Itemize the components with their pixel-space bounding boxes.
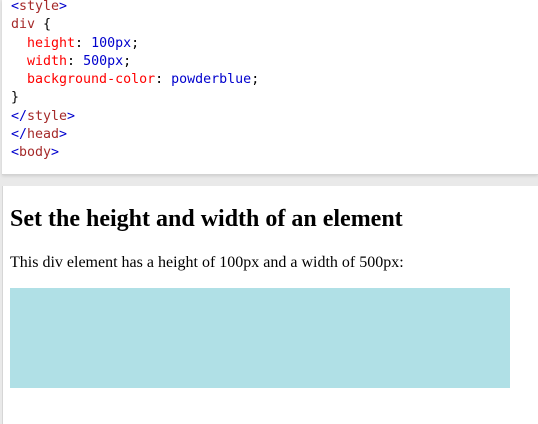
code-token: head [27, 127, 60, 143]
result-heading: Set the height and width of an element [10, 206, 403, 232]
code-token: div [11, 17, 36, 33]
code-token: > [59, 0, 68, 14]
code-token: background-color [11, 72, 156, 88]
code-token: body [19, 145, 52, 161]
code-line: } [11, 89, 259, 107]
code-line: </style> [11, 108, 259, 126]
code-line: width: 500px; [11, 53, 259, 71]
code-token: 100px [91, 35, 132, 51]
code-token: { [35, 17, 52, 33]
code-token: style [27, 108, 68, 124]
code-token: width [11, 53, 68, 69]
code-line: <style> [11, 0, 259, 16]
code-token: : [75, 35, 92, 51]
code-token: > [51, 145, 60, 161]
code-token: : [67, 53, 84, 69]
powderblue-div [10, 288, 510, 388]
code-lines[interactable]: <style> div { height: 100px; width: 500px… [11, 0, 259, 163]
code-line: background-color: powderblue; [11, 71, 259, 89]
code-token: ; [123, 53, 132, 69]
code-token: > [59, 127, 68, 143]
code-token: } [11, 90, 20, 106]
code-token: ; [131, 35, 140, 51]
code-line: div { [11, 16, 259, 34]
code-token: </ [11, 108, 28, 124]
code-token: > [67, 108, 76, 124]
code-token: </ [11, 127, 28, 143]
code-token: : [155, 72, 172, 88]
code-editor-panel[interactable]: <style> div { height: 100px; width: 500px… [2, 0, 538, 175]
code-token: powderblue [171, 72, 252, 88]
code-token: height [11, 35, 76, 51]
code-token: < [11, 0, 20, 14]
code-token: < [11, 145, 20, 161]
code-token: style [19, 0, 60, 14]
code-line: height: 100px; [11, 35, 259, 53]
code-line: </head> [11, 126, 259, 144]
code-line: <body> [11, 144, 259, 162]
result-paragraph: This div element has a height of 100px a… [10, 254, 404, 271]
result-panel: Set the height and width of an element T… [2, 186, 538, 424]
code-token: 500px [83, 53, 124, 69]
code-token: ; [251, 72, 260, 88]
